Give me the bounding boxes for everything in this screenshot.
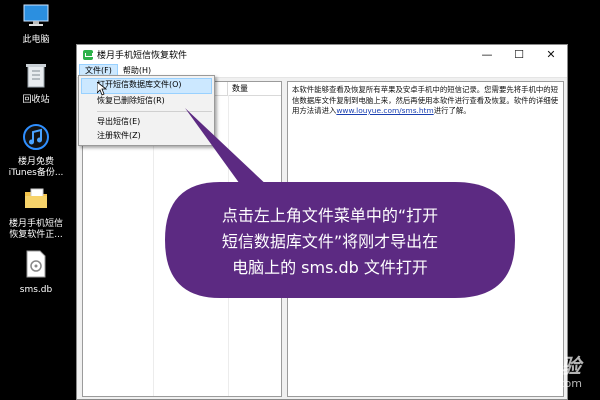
computer-icon — [23, 4, 49, 26]
list-column-header-count[interactable]: 数量 — [228, 82, 281, 95]
recycle-bin-icon — [26, 64, 46, 88]
minimize-button[interactable]: — — [471, 48, 503, 61]
callout-line: 点击左上角文件菜单中的“打开 — [221, 206, 439, 225]
instruction-callout: 点击左上角文件菜单中的“打开 短信数据库文件”将刚才导出在 电脑上的 sms.d… — [185, 203, 475, 281]
desktop-icon-sms-recovery-folder[interactable]: 楼月手机短信 恢复软件正... — [4, 186, 68, 241]
callout-line: 电脑上的 sms.db 文件打开 — [232, 258, 428, 277]
folder-icon — [25, 188, 47, 208]
menu-export-sms[interactable]: 导出短信(E) — [79, 115, 214, 129]
desktop-icon-this-pc[interactable]: 此电脑 — [4, 4, 68, 46]
desktop-icon-label: 回收站 — [22, 95, 50, 105]
maximize-button[interactable]: ☐ — [503, 48, 535, 61]
desktop-icon-recycle-bin[interactable]: 回收站 — [4, 62, 68, 106]
title-bar[interactable]: 楼月手机短信恢复软件 — ☐ ✕ — [77, 45, 567, 64]
menu-separator — [97, 111, 212, 112]
desktop-icon-label: 楼月手机短信 恢复软件正... — [8, 219, 63, 240]
music-note-icon — [23, 124, 49, 150]
callout-line: 短信数据库文件”将刚才导出在 — [221, 232, 439, 251]
window-title: 楼月手机短信恢复软件 — [97, 51, 188, 61]
close-button[interactable]: ✕ — [535, 48, 567, 61]
desktop-icon-itunes-backup[interactable]: 楼月免费 iTunes备份... — [4, 124, 68, 179]
menu-register-software[interactable]: 注册软件(Z) — [79, 129, 214, 143]
mouse-cursor-icon — [97, 82, 107, 96]
app-message-icon — [83, 49, 93, 60]
help-link[interactable]: www.louyue.com/sms.htm — [336, 106, 433, 115]
menu-recover-deleted-sms[interactable]: 恢复已删除短信(R) — [79, 94, 214, 108]
desktop-icon-label: 楼月免费 iTunes备份... — [8, 157, 64, 178]
info-text-end: 进行了解。 — [433, 106, 471, 115]
baidu-watermark: Bai du 经验 jingyan.baidu.com — [455, 350, 582, 390]
desktop-icon-label: 此电脑 — [22, 35, 50, 45]
watermark-logo: Bai du 经验 — [454, 354, 582, 378]
desktop-icon-sms-db[interactable]: sms.db — [4, 250, 68, 296]
desktop-icon-label: sms.db — [19, 285, 53, 295]
db-file-icon — [26, 250, 46, 278]
